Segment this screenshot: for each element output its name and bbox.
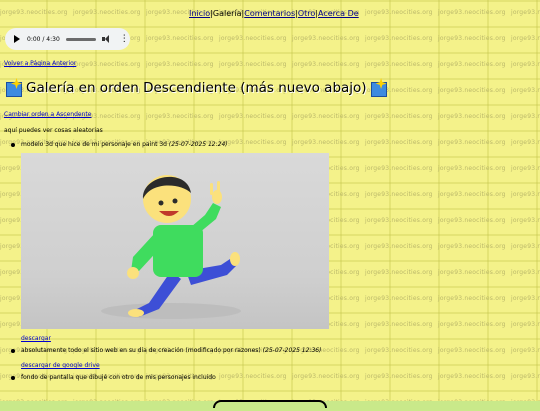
- gallery-item: absolutamente todo el sitio web en su dí…: [11, 347, 531, 369]
- intro-text: aquí puedes ver cosas aleatorias: [4, 127, 103, 134]
- top-navigation: Inicio|Galería|Comentarios|Otro|Acerca D…: [189, 9, 359, 18]
- play-icon[interactable]: [14, 35, 20, 43]
- sparkle-icon: [4, 78, 24, 98]
- nav-galeria[interactable]: Galería: [213, 9, 242, 18]
- item-caption: absolutamente todo el sitio web en su dí…: [21, 347, 261, 354]
- character-illustration: [101, 175, 241, 319]
- download-link[interactable]: descargar: [21, 335, 531, 342]
- sort-order-link[interactable]: Cambiar orden a Ascendente: [4, 111, 91, 118]
- character-3d-render: [21, 153, 329, 329]
- gallery-list: modelo 3d que hice de mi personaje en pa…: [11, 141, 531, 381]
- audio-player[interactable]: 0:00 / 4:30 ⋮: [5, 28, 130, 50]
- sparkle-icon: [369, 78, 389, 98]
- more-options-icon[interactable]: ⋮: [120, 35, 129, 44]
- item-date: (25-07-2025 12:24): [168, 141, 228, 148]
- volume-icon[interactable]: [101, 35, 112, 43]
- item-date: (25-07-2025 12:36): [262, 347, 322, 354]
- nav-otro[interactable]: Otro: [298, 9, 315, 18]
- item-caption: modelo 3d que hice de mi personaje en pa…: [21, 141, 167, 148]
- page-title: Galería en orden Descendiente (más nuevo…: [26, 80, 367, 96]
- audio-time: 0:00 / 4:30: [27, 35, 60, 43]
- gallery-item: fondo de pantalla que dibujé con otro de…: [11, 374, 531, 381]
- audio-seek-bar[interactable]: [65, 37, 96, 41]
- item-caption: fondo de pantalla que dibujé con otro de…: [21, 374, 216, 381]
- nav-acerca-de[interactable]: Acerca De: [318, 9, 359, 18]
- nav-comentarios[interactable]: Comentarios: [244, 9, 295, 18]
- nav-inicio[interactable]: Inicio: [189, 9, 210, 18]
- download-drive-link[interactable]: descargar de google drive: [21, 362, 531, 369]
- back-link[interactable]: Volver a Página Anterior: [4, 60, 76, 67]
- page-title-row: Galería en orden Descendiente (más nuevo…: [4, 75, 389, 101]
- gallery-item: modelo 3d que hice de mi personaje en pa…: [11, 141, 531, 342]
- wallpaper-preview-outline: [213, 400, 327, 408]
